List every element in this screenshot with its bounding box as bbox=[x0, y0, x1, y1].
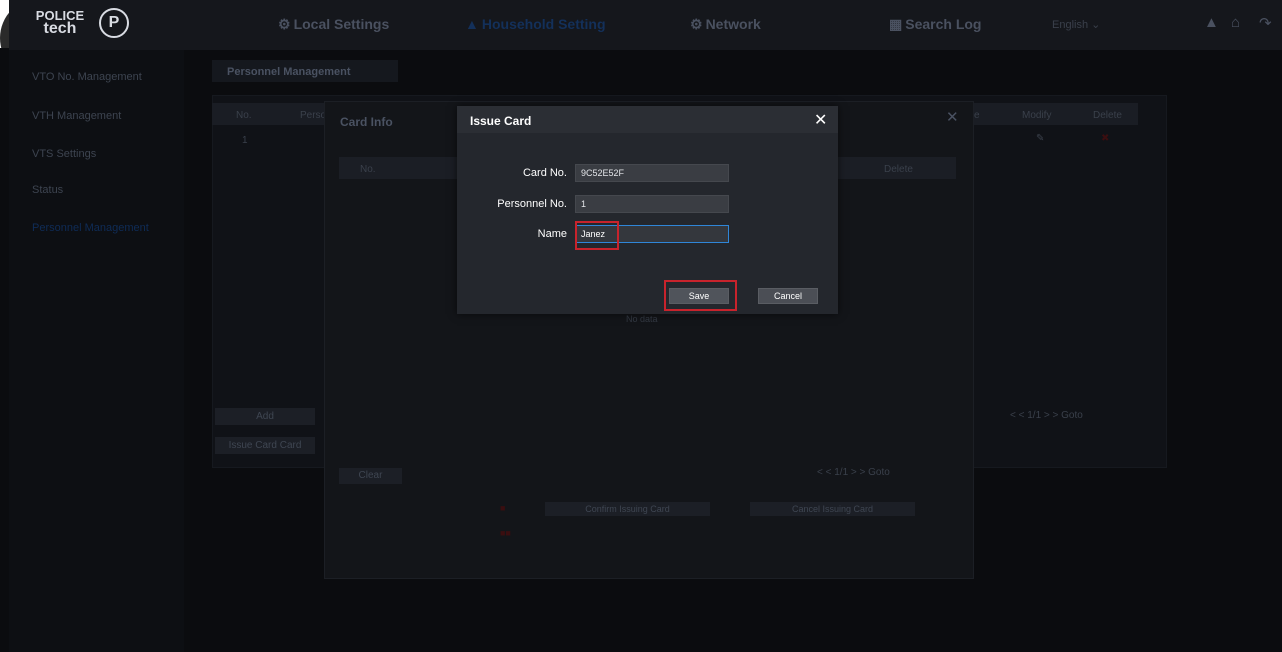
nav-network-label: Network bbox=[705, 16, 761, 32]
card-info-title: Card Info bbox=[340, 115, 393, 129]
cancel-button[interactable]: Cancel bbox=[758, 288, 818, 304]
brand-badge-icon: P bbox=[99, 8, 129, 38]
personnel-pager[interactable]: < < 1/1 > > Goto bbox=[1010, 410, 1083, 421]
issue-card-dialog: Issue Card ✕ Card No. Personnel No. Name… bbox=[457, 106, 838, 314]
personnel-no-label: Personnel No. bbox=[497, 198, 567, 210]
nav-local-settings[interactable]: ⚙ Local Settings bbox=[278, 16, 389, 33]
sidebar bbox=[9, 50, 184, 652]
delete-icon[interactable]: ✖ bbox=[1101, 133, 1109, 144]
header-modify: Modify bbox=[1022, 110, 1052, 121]
nav-search-log-label: Search Log bbox=[905, 16, 982, 32]
confirm-issuing-card-button[interactable]: Confirm Issuing Card bbox=[545, 502, 710, 516]
nav-search-log[interactable]: ▦ Search Log bbox=[889, 16, 981, 33]
dialog-close-icon[interactable]: ✕ bbox=[814, 110, 827, 130]
add-button[interactable]: Add bbox=[215, 408, 315, 425]
tab-personnel-management[interactable]: Personnel Management bbox=[212, 60, 398, 82]
edit-icon[interactable]: ✎ bbox=[1036, 133, 1044, 144]
save-button-highlight bbox=[664, 280, 737, 311]
card-info-close-icon[interactable]: ✕ bbox=[946, 108, 959, 126]
header-personnel: Perso bbox=[300, 110, 327, 121]
nav-network[interactable]: ⚙ Network bbox=[690, 16, 761, 33]
sidebar-item-personnel-management[interactable]: Personnel Management bbox=[32, 222, 149, 234]
network-icon: ⚙ bbox=[690, 16, 703, 32]
brand-logo: POLICE tech P bbox=[23, 5, 143, 45]
card-header-delete: Delete bbox=[884, 164, 913, 175]
search-log-icon: ▦ bbox=[889, 16, 903, 32]
sidebar-item-status[interactable]: Status bbox=[32, 184, 63, 196]
dialog-header: Issue Card ✕ bbox=[457, 106, 838, 133]
sidebar-item-vth-management[interactable]: VTH Management bbox=[32, 110, 121, 122]
brand-line2: tech bbox=[43, 20, 77, 37]
name-label: Name bbox=[537, 228, 567, 240]
status-mark-2: ■■ bbox=[500, 528, 511, 538]
name-field-highlight bbox=[575, 221, 619, 250]
header-delete: Delete bbox=[1093, 110, 1122, 121]
card-no-field[interactable] bbox=[575, 164, 729, 182]
card-info-pager[interactable]: < < 1/1 > > Goto bbox=[817, 467, 890, 478]
nav-local-settings-label: Local Settings bbox=[293, 16, 390, 32]
nav-household-setting[interactable]: ▲ Household Setting bbox=[465, 16, 606, 32]
dialog-title: Issue Card bbox=[470, 114, 532, 128]
card-header-no: No. bbox=[360, 164, 376, 175]
household-icon: ▲ bbox=[465, 16, 479, 32]
status-mark-1: ■ bbox=[500, 503, 506, 513]
header-no: No. bbox=[236, 110, 252, 121]
sidebar-item-vts-settings[interactable]: VTS Settings bbox=[32, 148, 96, 160]
cancel-issuing-card-button[interactable]: Cancel Issuing Card bbox=[750, 502, 915, 516]
nav-household-setting-label: Household Setting bbox=[481, 16, 606, 32]
gear-icon: ⚙ bbox=[278, 16, 291, 32]
user-icon[interactable]: ▲ bbox=[1204, 14, 1219, 31]
clear-button[interactable]: Clear bbox=[339, 468, 402, 484]
language-select[interactable]: English ⌄ bbox=[1052, 18, 1100, 31]
logout-icon[interactable]: ↷ bbox=[1259, 14, 1272, 32]
row-no: 1 bbox=[242, 135, 248, 146]
no-data-text: No data bbox=[626, 314, 658, 324]
home-icon[interactable]: ⌂ bbox=[1231, 14, 1240, 31]
top-navigation-bar: POLICE tech P ⚙ Local Settings ▲ Household… bbox=[9, 0, 1282, 50]
brand-text: POLICE tech bbox=[23, 9, 97, 37]
card-no-label: Card No. bbox=[522, 167, 567, 179]
issue-card-button[interactable]: Issue Card Card bbox=[215, 437, 315, 454]
sidebar-item-vto-no-management[interactable]: VTO No. Management bbox=[32, 71, 142, 83]
personnel-no-field[interactable] bbox=[575, 195, 729, 213]
header-e: e bbox=[974, 110, 980, 121]
